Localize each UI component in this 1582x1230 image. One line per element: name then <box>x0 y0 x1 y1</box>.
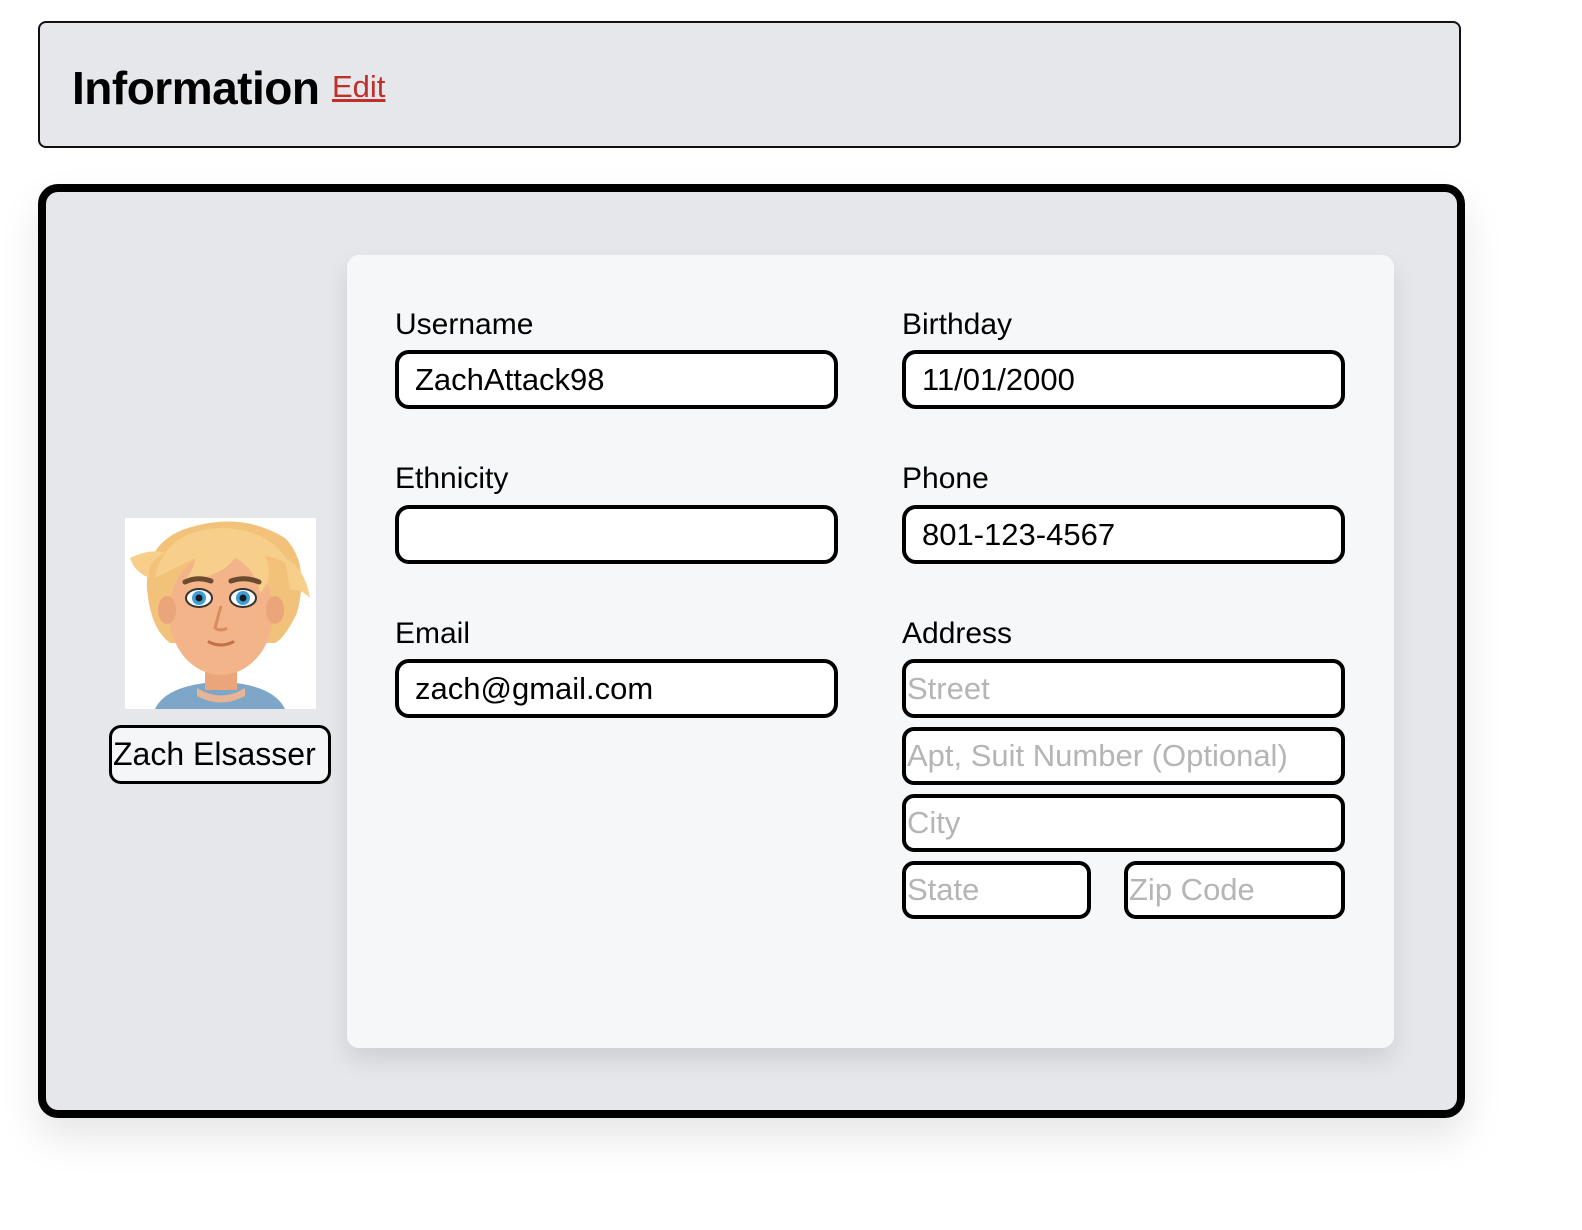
username-input[interactable] <box>395 350 838 409</box>
page-title: Information <box>72 62 320 114</box>
street-input[interactable] <box>902 659 1345 718</box>
email-label: Email <box>395 617 471 650</box>
birthday-input[interactable] <box>902 350 1345 409</box>
ethnicity-label: Ethnicity <box>395 462 509 495</box>
zip-input[interactable] <box>1124 861 1345 919</box>
apt-input[interactable] <box>902 727 1345 785</box>
profile-panel: Zach Elsasser Username Birthday Ethnicit… <box>38 184 1465 1118</box>
state-input[interactable] <box>902 861 1091 919</box>
username-label: Username <box>395 308 534 341</box>
address-label: Address <box>902 617 1013 650</box>
email-input[interactable] <box>395 659 838 718</box>
ethnicity-input[interactable] <box>395 505 838 564</box>
edit-link[interactable]: Edit <box>332 69 385 105</box>
profile-name: Zach Elsasser <box>109 725 331 784</box>
phone-input[interactable] <box>902 505 1345 564</box>
cartoon-avatar-icon <box>130 521 310 709</box>
info-form-card: Username Birthday Ethnicity Phone Email … <box>347 255 1394 1048</box>
city-input[interactable] <box>902 794 1345 852</box>
header-bar: Information Edit <box>38 21 1461 148</box>
phone-label: Phone <box>902 462 989 495</box>
avatar <box>125 518 316 709</box>
birthday-label: Birthday <box>902 308 1013 341</box>
